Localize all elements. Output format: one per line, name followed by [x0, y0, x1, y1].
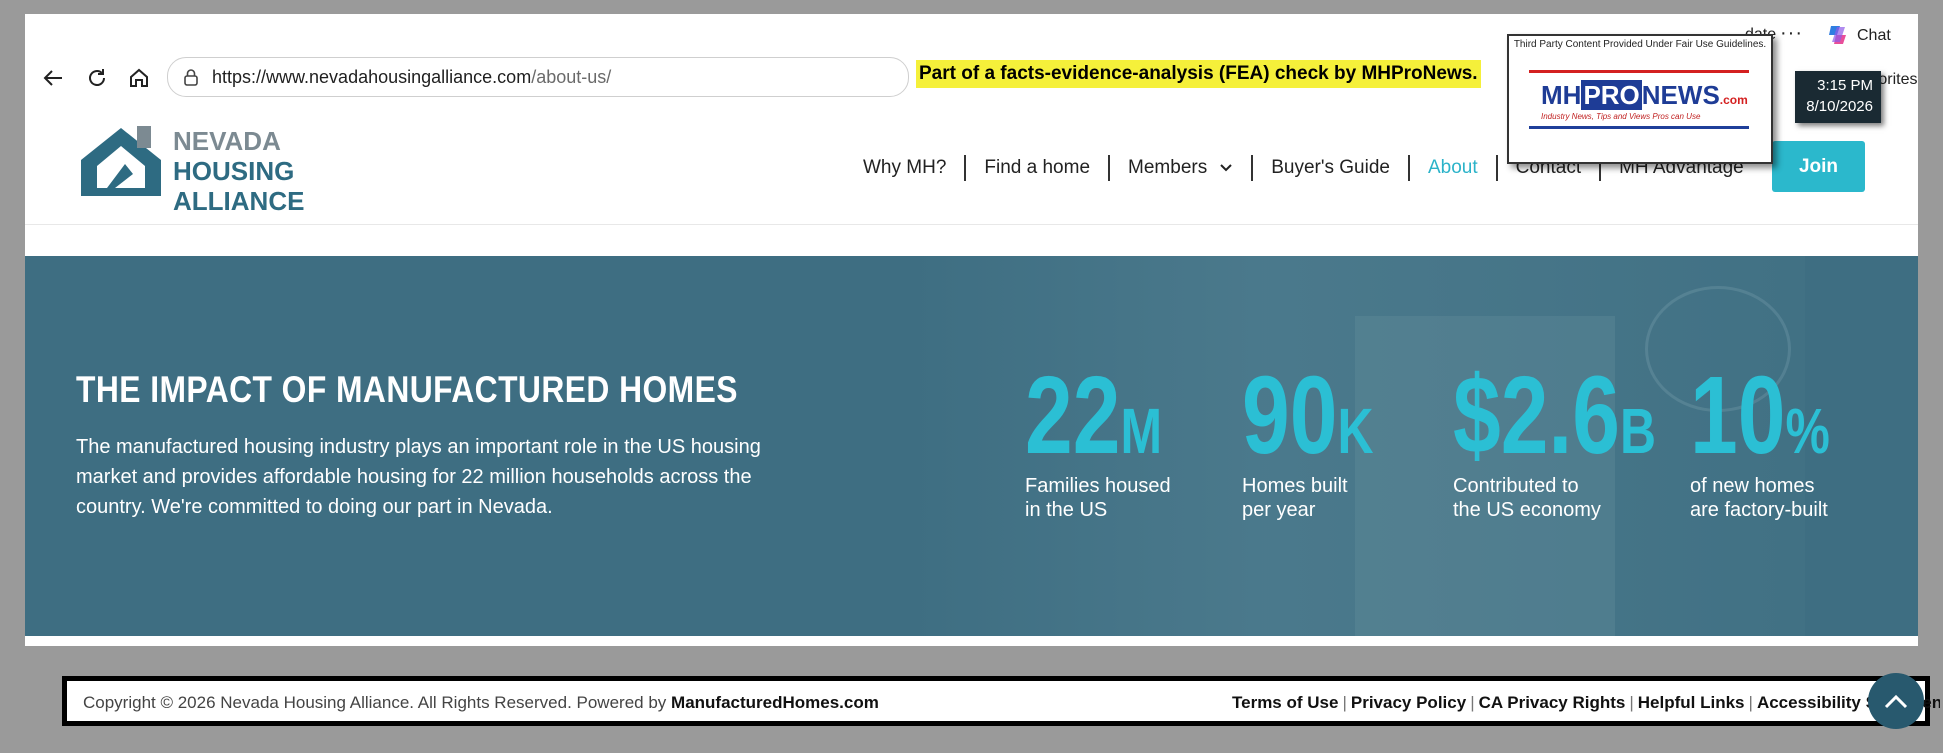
home-button[interactable]: [125, 64, 153, 92]
stat-homes-built: 90K Homes built per year: [1242, 354, 1411, 522]
footer-link-privacy[interactable]: Privacy Policy: [1351, 693, 1466, 712]
mhpronews-logo: MHPRONEWS.com Industry News, Tips and Vi…: [1521, 64, 1759, 152]
clock-date: 8/10/2026: [1806, 98, 1873, 115]
copilot-icon[interactable]: [1825, 22, 1851, 48]
stat-factory-built: 10% of new homes are factory-built: [1690, 354, 1869, 522]
impact-hero-section: THE IMPACT OF MANUFACTURED HOMES The man…: [25, 256, 1918, 636]
logo-line-alliance: ALLIANCE: [173, 186, 305, 216]
logo-line-housing: HOUSING: [173, 156, 295, 186]
stat-label: Families housed in the US: [1025, 475, 1171, 521]
mhpronews-wordmark: MHPRONEWS.com: [1541, 80, 1748, 110]
footer-separator: |: [1470, 693, 1475, 712]
nav-find-a-home[interactable]: Find a home: [966, 155, 1108, 181]
fea-banner: Part of a facts-evidence-analysis (FEA) …: [916, 60, 1481, 88]
refresh-button[interactable]: [83, 64, 111, 92]
stat-label: Contributed to the US economy: [1453, 475, 1601, 521]
arrow-left-icon: [43, 70, 62, 86]
stat-value: $2.6B: [1453, 354, 1657, 477]
hero-description: The manufactured housing industry plays …: [76, 436, 761, 518]
join-button[interactable]: Join: [1772, 141, 1865, 192]
fair-use-overlay: Third Party Content Provided Under Fair …: [1507, 34, 1773, 164]
fair-use-note: Third Party Content Provided Under Fair …: [1513, 39, 1767, 50]
footer-separator: |: [1748, 693, 1753, 712]
stat-value: 22M: [1025, 354, 1163, 477]
logo-line-nevada: NEVADA: [173, 126, 281, 156]
footer-link-terms[interactable]: Terms of Use: [1232, 693, 1338, 712]
footer-separator: |: [1629, 693, 1634, 712]
clock-time: 3:15 PM: [1817, 77, 1873, 94]
footer-links: Terms of Use | Privacy Policy | CA Privacy R…: [1232, 693, 1940, 713]
url-text: https://www.nevadahousingalliance.com/ab…: [212, 66, 612, 87]
chevron-down-icon: [1220, 164, 1232, 172]
nav-buyers-guide[interactable]: Buyer's Guide: [1253, 155, 1408, 181]
footer-link-helpful[interactable]: Helpful Links: [1638, 693, 1745, 712]
back-button[interactable]: [39, 64, 67, 92]
chat-button[interactable]: Chat: [1857, 27, 1891, 45]
logo-rule-blue: [1529, 126, 1749, 129]
stat-value: 10%: [1690, 354, 1830, 477]
refresh-icon: [89, 69, 105, 86]
site-footer: Copyright © 2026 Nevada Housing Alliance…: [62, 676, 1940, 726]
stat-economy: $2.6B Contributed to the US economy: [1453, 354, 1713, 522]
stat-value: 90K: [1242, 354, 1374, 477]
more-options-button[interactable]: ···: [1780, 22, 1803, 45]
house-logo-icon[interactable]: [75, 124, 167, 200]
nav-about[interactable]: About: [1410, 155, 1496, 181]
stat-label: Homes built per year: [1242, 475, 1348, 521]
scroll-to-top-button[interactable]: [1868, 673, 1924, 729]
nav-members-label: Members: [1128, 157, 1208, 178]
logo-rule-red: [1529, 70, 1749, 73]
chevron-up-icon: [1884, 694, 1908, 709]
site-logo-text[interactable]: NEVADA HOUSING ALLIANCE: [173, 126, 304, 216]
nav-members[interactable]: Members: [1110, 155, 1251, 181]
mhpronews-tagline: Industry News, Tips and Views Pros can U…: [1541, 112, 1701, 121]
home-icon: [130, 68, 148, 87]
stat-label: of new homes are factory-built: [1690, 475, 1828, 521]
footer-separator: |: [1342, 693, 1347, 712]
hero-title: THE IMPACT OF MANUFACTURED HOMES: [76, 369, 738, 410]
stat-families: 22M Families housed in the US: [1025, 354, 1201, 522]
nav-why-mh[interactable]: Why MH?: [845, 155, 964, 181]
copyright-text: Copyright © 2026 Nevada Housing Alliance…: [83, 693, 879, 712]
clock-overlay: 3:15 PM 8/10/2026: [1795, 71, 1881, 123]
footer-link-ca-privacy[interactable]: CA Privacy Rights: [1479, 693, 1626, 712]
powered-by-link[interactable]: ManufacturedHomes.com: [671, 693, 879, 712]
address-bar[interactable]: https://www.nevadahousingalliance.com/ab…: [167, 57, 909, 97]
browser-window: https://www.nevadahousingalliance.com/ab…: [25, 14, 1918, 646]
lock-icon: [184, 69, 198, 86]
